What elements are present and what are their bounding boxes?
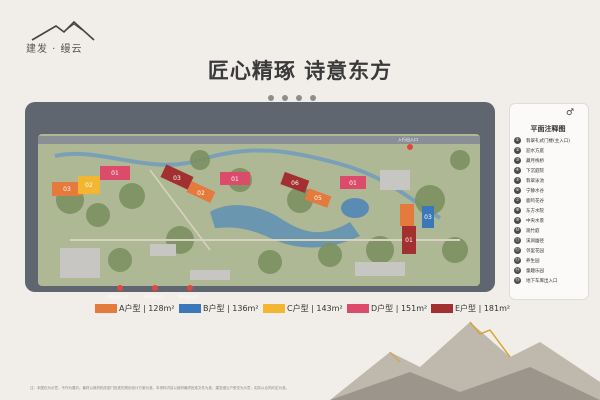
building-d-01: 01 (100, 166, 130, 180)
legend-item: ⑤ 翡翠泳池 (514, 177, 544, 184)
legend-item-number: ⑥ (514, 187, 521, 194)
legend-item: ⑭ 童趣乐园 (514, 267, 544, 274)
north-compass-icon: ♂ (566, 108, 575, 118)
legend-item-number: ⑨ (514, 217, 521, 224)
disclaimer-text: 注：本图仅为示意，不作为要约。最终以政府相关部门批准的规划设计方案为准。本资料内… (30, 386, 289, 390)
building-a-02: 02 (186, 181, 216, 203)
unit-color-swatch (179, 304, 201, 313)
legend-item-number: ⑦ (514, 197, 521, 204)
legend-item: ⑦ 鹿鸣花谷 (514, 197, 544, 204)
svg-text:03: 03 (424, 214, 432, 221)
legend-item: ① 翡翠礼式门楼(主入口) (514, 137, 570, 144)
unit-type-label: C户型 (287, 304, 309, 313)
legend-item-label: 藏月栈桥 (526, 159, 544, 164)
entrance-se-label: 车行出入口 (178, 293, 198, 299)
legend-item-label: 养生园 (526, 259, 540, 264)
legend-title: 平面注释图 (530, 125, 566, 133)
entrance-sw-label: 车行出入口 (108, 293, 128, 299)
legend-item-number: ⑬ (514, 257, 521, 264)
pool (341, 198, 369, 218)
legend-item: ⑧ 东方水院 (514, 207, 544, 214)
legend-item: ⑮ 地下车库出入口 (514, 277, 558, 284)
legend-item-number: ⑮ (514, 277, 521, 284)
entrance-north-label: 入行出入口 (398, 136, 418, 142)
legend-item-number: ① (514, 137, 521, 144)
central-water (210, 205, 360, 248)
building-a-01: 03 (52, 182, 82, 196)
svg-text:02: 02 (85, 182, 93, 189)
legend-item: ⑥ 宁静水谷 (514, 187, 544, 194)
amenity-block-1 (380, 170, 410, 190)
unit-type-item: A户型 | 128m² (95, 303, 175, 317)
legend-item-number: ② (514, 147, 521, 154)
amenity-block-5 (355, 262, 405, 276)
unit-type-label: B户型 (203, 304, 225, 313)
svg-text:05: 05 (314, 195, 322, 202)
building-d-01b: 01 (220, 172, 250, 185)
legend-item-number: ⑤ (514, 177, 521, 184)
legend-item: ④ 下沉庭院 (514, 167, 544, 174)
legend-item-label: 宁静水谷 (526, 189, 544, 194)
legend-item-number: ③ (514, 157, 521, 164)
legend-item-label: 邻里花园 (526, 249, 544, 254)
building-a-e (400, 204, 414, 226)
building-c-02: 02 (78, 176, 100, 194)
legend-item-number: ⑫ (514, 247, 521, 254)
legend-item: ⑪ 溪涧幽径 (514, 237, 544, 244)
legend-item-label: 下沉庭院 (526, 169, 544, 174)
unit-color-swatch (263, 304, 285, 313)
legend-item-label: 翡翠泳池 (526, 179, 544, 184)
amenity-block-2 (60, 248, 100, 278)
legend-item: ② 迎水方庭 (514, 147, 544, 154)
building-e-03: 03 (160, 164, 194, 190)
legend-item: ⑫ 邻里花园 (514, 247, 544, 254)
building-d-01c: 01 (340, 176, 366, 189)
legend-item-label: 东方水院 (526, 209, 544, 214)
legend-item-label: 中央水景 (526, 219, 544, 224)
svg-text:01: 01 (405, 237, 413, 244)
label-03: 03 (63, 186, 71, 193)
legend-item-label: 童趣乐园 (526, 269, 544, 274)
legend-item-number: ④ (514, 167, 521, 174)
legend-item-label: 溪涧幽径 (526, 239, 544, 244)
svg-text:03: 03 (173, 175, 181, 182)
legend-item-number: ⑧ (514, 207, 521, 214)
unit-type-item: B户型 | 136m² (179, 303, 259, 317)
legend-item-number: ⑭ (514, 267, 521, 274)
legend-item: ③ 藏月栈桥 (514, 157, 544, 164)
entrance-s-label: 人行出入口 (143, 293, 163, 299)
svg-text:01: 01 (231, 176, 239, 183)
svg-text:06: 06 (291, 180, 299, 187)
unit-type-area: 136m² (232, 304, 259, 313)
amenity-block-3 (150, 244, 176, 256)
legend-item-label: 鹿鸣花谷 (526, 199, 544, 204)
legend-item-label: 地下车库出入口 (526, 279, 558, 284)
unit-color-swatch (95, 304, 117, 313)
unit-type-label: A户型 (119, 304, 141, 313)
amenity-block-4 (190, 270, 230, 280)
legend-item: ⑨ 中央水景 (514, 217, 544, 224)
building-b-03: 03 (422, 206, 434, 228)
unit-type-area: 128m² (148, 304, 175, 313)
legend-item-label: 翡翠礼式门楼(主入口) (526, 139, 571, 144)
legend-item: ⑩ 观竹庭 (514, 227, 540, 234)
legend-item-number: ⑩ (514, 227, 521, 234)
svg-text:01: 01 (349, 180, 357, 187)
legend-item-label: 观竹庭 (526, 229, 540, 234)
legend-item-number: ⑪ (514, 237, 521, 244)
svg-text:01: 01 (111, 170, 119, 177)
svg-text:02: 02 (197, 190, 205, 197)
legend-item-label: 迎水方庭 (526, 149, 544, 154)
legend-item: ⑬ 养生园 (514, 257, 540, 264)
building-e-01: 01 (402, 226, 416, 254)
